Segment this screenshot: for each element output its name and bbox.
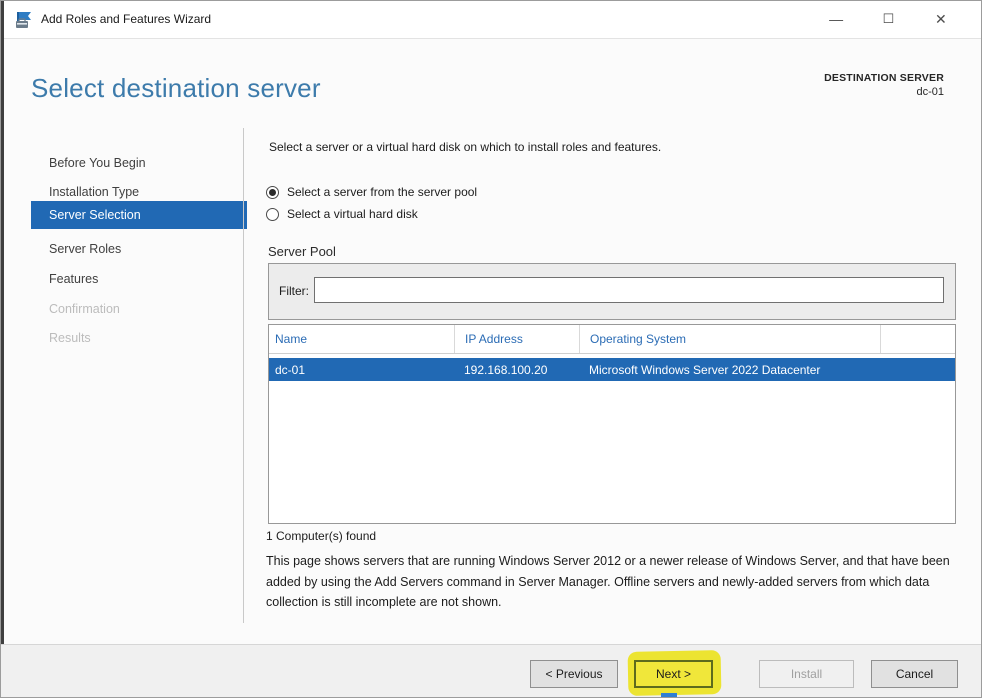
destination-server-label: DESTINATION SERVER [824,72,944,84]
filter-input[interactable] [314,277,944,303]
cell-name: dc-01 [275,362,306,377]
sidebar-item-results: Results [49,331,91,345]
title-bar: Add Roles and Features Wizard — ☐ ✕ [4,1,981,39]
wizard-window: Add Roles and Features Wizard — ☐ ✕ Sele… [0,0,982,698]
window-title: Add Roles and Features Wizard [41,12,212,26]
sidebar-item-server-selection[interactable]: Server Selection [31,201,247,229]
radio-server-pool[interactable]: Select a server from the server pool [266,184,477,200]
wizard-app-icon [16,12,31,28]
sidebar-item-confirmation: Confirmation [49,302,120,316]
maximize-icon[interactable]: ☐ [862,1,914,37]
destination-server-block: DESTINATION SERVER dc-01 [824,72,944,98]
radio-selected-icon[interactable] [266,185,279,199]
close-icon[interactable]: ✕ [915,1,967,37]
server-pool-table: Name IP Address Operating System dc-01 1… [268,324,956,524]
table-header-row: Name IP Address Operating System [269,325,955,354]
cell-operating-system: Microsoft Windows Server 2022 Datacenter [589,362,821,377]
intro-text: Select a server or a virtual hard disk o… [269,140,662,154]
cell-empty [880,358,955,381]
cancel-button[interactable]: Cancel [871,660,958,688]
cell-ip-address: 192.168.100.20 [464,362,548,377]
filter-label: Filter: [279,284,309,298]
column-header-empty [880,325,955,353]
table-row-dc-01[interactable]: dc-01 192.168.100.20 Microsoft Windows S… [269,358,955,381]
column-header-operating-system[interactable]: Operating System [579,325,880,353]
radio-vhd-label: Select a virtual hard disk [287,207,418,221]
radio-unselected-icon[interactable] [266,207,279,221]
page-description: This page shows servers that are running… [266,554,950,609]
sidebar-divider [243,128,244,623]
filter-panel: Filter: [268,263,956,320]
sidebar-item-features[interactable]: Features [31,265,247,293]
page-title: Select destination server [31,73,321,103]
column-header-ip-address[interactable]: IP Address [454,325,579,353]
next-button[interactable]: Next > [634,660,713,688]
radio-server-pool-label: Select a server from the server pool [287,185,478,199]
radio-virtual-hard-disk[interactable]: Select a virtual hard disk [266,206,418,222]
window-left-edge [1,1,4,697]
column-header-name[interactable]: Name [269,325,454,353]
destination-server-value: dc-01 [916,86,944,98]
minimize-icon[interactable]: — [810,1,862,37]
previous-button[interactable]: < Previous [530,660,618,688]
next-button-highlight-mark [661,693,677,697]
sidebar-item-server-roles[interactable]: Server Roles [31,235,247,263]
window-controls: — ☐ ✕ [810,1,967,37]
server-pool-heading: Server Pool [268,244,336,259]
computers-found-text: 1 Computer(s) found [266,529,377,543]
install-button: Install [759,660,854,688]
sidebar-item-before-you-begin[interactable]: Before You Begin [31,149,247,177]
button-bar: < Previous Next > Install Cancel [1,644,981,697]
